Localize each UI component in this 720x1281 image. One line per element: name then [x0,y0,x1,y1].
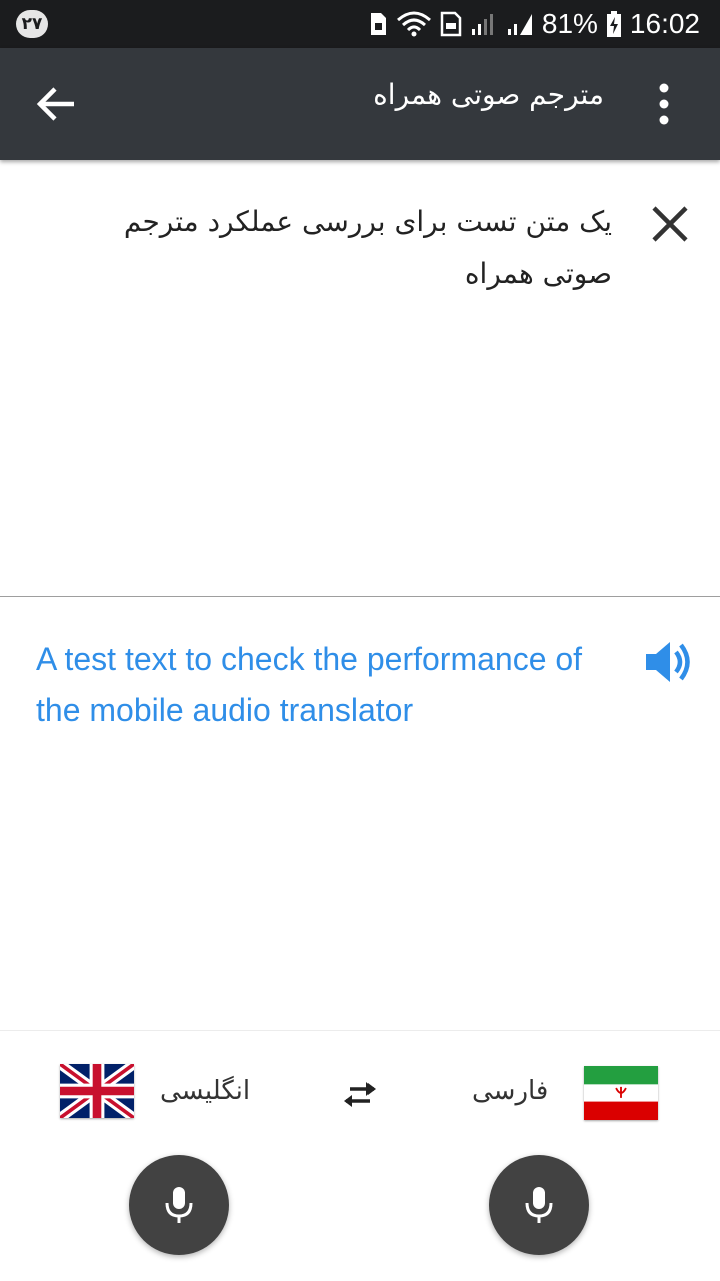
mic-button-target[interactable] [489,1155,589,1255]
app-bar: مترجم صوتی همراه [0,48,720,160]
iran-flag-icon[interactable] [584,1066,658,1120]
battery-charging-icon [606,11,621,37]
clock: 16:02 [629,8,700,39]
notification-badge: ۲۷ [16,10,48,38]
more-vert-icon[interactable] [652,82,676,126]
arrow-back-icon[interactable] [34,82,78,126]
signal-icon [471,14,493,35]
speaker-icon[interactable] [644,638,692,686]
battery-percent: 81% [541,8,598,39]
sd-card-icon [440,11,462,37]
divider [0,596,720,597]
wifi-icon [396,11,431,37]
microphone-icon [525,1187,553,1223]
status-icons: 81% 16:02 [368,0,700,48]
signal-icon [507,14,532,35]
source-text[interactable]: یک متن تست برای بررسی عملکرد مترجم صوتی … [100,196,612,300]
sim-icon [370,13,386,35]
app-title: مترجم صوتی همراه [373,78,604,111]
target-language-label[interactable]: فارسی [472,1076,548,1106]
mic-button-source[interactable] [129,1155,229,1255]
microphone-icon [165,1187,193,1223]
uk-flag-icon[interactable] [60,1064,134,1118]
source-language-label[interactable]: انگلیسی [160,1076,250,1106]
swap-icon[interactable] [342,1080,378,1110]
translated-text: A test text to check the performance of … [36,641,583,728]
status-bar: ۲۷ 81% 16:02 [0,0,720,48]
close-icon[interactable] [650,204,690,244]
